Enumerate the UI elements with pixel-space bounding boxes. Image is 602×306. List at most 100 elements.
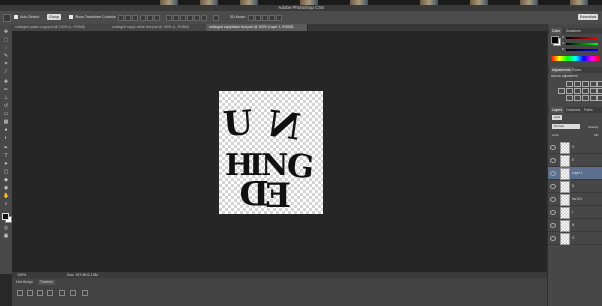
3d-scale-icon[interactable]: [276, 15, 282, 21]
visibility-eye-icon[interactable]: [550, 197, 556, 202]
visibility-eye-icon[interactable]: [550, 145, 556, 150]
clone-stamp-tool-icon[interactable]: ⊥: [3, 96, 9, 101]
color-lookup-icon[interactable]: [597, 88, 602, 94]
tab-swatches[interactable]: Swatches: [566, 28, 581, 34]
brush-tool-icon[interactable]: ✏: [3, 88, 9, 93]
brightness-icon[interactable]: [566, 81, 573, 87]
layer-row[interactable]: N: [548, 219, 602, 232]
color-balance-icon[interactable]: [566, 88, 573, 94]
blend-mode-dropdown[interactable]: Normal: [552, 124, 580, 129]
prev-frame-icon[interactable]: [27, 290, 33, 296]
distribute-center-icon[interactable]: [194, 15, 200, 21]
levels-icon[interactable]: [574, 81, 581, 87]
tab-styles[interactable]: Styles: [572, 67, 581, 73]
marquee-tool-icon[interactable]: ⬚: [3, 38, 9, 43]
3d-camera-tool-icon[interactable]: ◉: [3, 186, 9, 191]
tab-color[interactable]: Color: [550, 28, 563, 34]
align-right-icon[interactable]: [154, 15, 160, 21]
3d-roll-icon[interactable]: [255, 15, 261, 21]
document-canvas[interactable]: U N H I N G E D: [219, 91, 323, 214]
tab-timeline[interactable]: Timeline: [38, 280, 55, 285]
invert-icon[interactable]: [566, 95, 573, 101]
gradient-map-icon[interactable]: [590, 95, 597, 101]
document-tab-active[interactable]: unhinged copy/black font.psd @ 100% (Lay…: [206, 24, 308, 31]
layer-row-selected[interactable]: Layer 1: [548, 167, 602, 180]
color-ramp[interactable]: [551, 56, 600, 61]
zoom-tool-icon[interactable]: ⌕: [3, 202, 9, 207]
auto-align-icon[interactable]: [213, 15, 219, 21]
align-center-icon[interactable]: [147, 15, 153, 21]
eyedropper-tool-icon[interactable]: ⁄: [3, 70, 9, 75]
play-icon[interactable]: [37, 290, 43, 296]
visibility-eye-icon[interactable]: [550, 184, 556, 189]
type-tool-icon[interactable]: T: [3, 154, 9, 159]
align-left-icon[interactable]: [140, 15, 146, 21]
tab-paths[interactable]: Paths: [584, 107, 593, 113]
move-tool-icon[interactable]: [3, 14, 11, 22]
hand-tool-icon[interactable]: ✋: [3, 194, 9, 199]
layer-row[interactable]: Inv'd N: [548, 193, 602, 206]
photo-filter-icon[interactable]: [582, 88, 589, 94]
red-slider[interactable]: [566, 37, 598, 39]
pen-tool-icon[interactable]: ✒: [3, 146, 9, 151]
align-bottom-icon[interactable]: [132, 15, 138, 21]
distribute-middle-icon[interactable]: [173, 15, 179, 21]
layer-filter-dropdown[interactable]: Kind: [552, 115, 563, 120]
channel-mixer-icon[interactable]: [590, 88, 597, 94]
blue-slider[interactable]: [566, 49, 598, 51]
document-tab[interactable]: unhinged poster copy.psd @ 100% (L, RGB/…: [12, 24, 110, 31]
transition-icon[interactable]: [82, 290, 88, 296]
visibility-eye-icon[interactable]: [550, 223, 556, 228]
distribute-right-icon[interactable]: [201, 15, 207, 21]
blur-tool-icon[interactable]: ●: [3, 128, 9, 133]
foreground-color-swatch[interactable]: [2, 213, 9, 220]
move-tool-icon[interactable]: ✥: [3, 30, 9, 35]
align-top-icon[interactable]: [118, 15, 124, 21]
posterize-icon[interactable]: [574, 95, 581, 101]
distribute-left-icon[interactable]: [187, 15, 193, 21]
document-tab[interactable]: unhinged copy1 white font.psd @ 100% (L,…: [109, 24, 207, 31]
tab-channels[interactable]: Channels: [566, 107, 580, 113]
foreground-color-swatch[interactable]: [551, 36, 559, 44]
green-slider[interactable]: [566, 43, 598, 45]
crop-tool-icon[interactable]: ⌗: [3, 62, 9, 67]
curves-icon[interactable]: [582, 81, 589, 87]
layer-row[interactable]: D: [548, 180, 602, 193]
shape-tool-icon[interactable]: ▢: [3, 170, 9, 175]
3d-drag-icon[interactable]: [262, 15, 268, 21]
distribute-bottom-icon[interactable]: [180, 15, 186, 21]
lasso-tool-icon[interactable]: ◌: [3, 46, 9, 51]
next-frame-icon[interactable]: [47, 290, 53, 296]
quick-mask-icon[interactable]: ◎: [3, 226, 9, 231]
distribute-top-icon[interactable]: [166, 15, 172, 21]
quick-select-tool-icon[interactable]: ✎: [3, 54, 9, 59]
healing-brush-tool-icon[interactable]: ✚: [3, 80, 9, 85]
visibility-eye-icon[interactable]: [550, 171, 556, 176]
vibrance-icon[interactable]: [597, 81, 602, 87]
visibility-eye-icon[interactable]: [550, 158, 556, 163]
layer-row[interactable]: E: [548, 154, 602, 167]
path-selection-tool-icon[interactable]: ➤: [3, 162, 9, 167]
first-frame-icon[interactable]: [17, 290, 23, 296]
3d-slide-icon[interactable]: [269, 15, 275, 21]
layer-row[interactable]: G: [548, 232, 602, 245]
align-middle-icon[interactable]: [125, 15, 131, 21]
auto-select-dropdown[interactable]: Group: [47, 14, 61, 20]
3d-tool-icon[interactable]: ◆: [3, 178, 9, 183]
settings-icon[interactable]: [70, 290, 76, 296]
black-white-icon[interactable]: [574, 88, 581, 94]
audio-icon[interactable]: [59, 290, 65, 296]
3d-rotate-icon[interactable]: [248, 15, 254, 21]
show-transform-checkbox[interactable]: [69, 15, 73, 19]
layer-row[interactable]: I: [548, 206, 602, 219]
threshold-icon[interactable]: [582, 95, 589, 101]
layer-row[interactable]: H: [548, 141, 602, 154]
dodge-tool-icon[interactable]: ◐: [3, 136, 9, 141]
history-brush-tool-icon[interactable]: ↺: [3, 104, 9, 109]
visibility-eye-icon[interactable]: [550, 236, 556, 241]
tab-adjustments[interactable]: Adjustments: [550, 67, 573, 73]
selective-color-icon[interactable]: [597, 95, 602, 101]
eraser-tool-icon[interactable]: ▭: [3, 112, 9, 117]
tab-layers[interactable]: Layers: [550, 107, 565, 113]
screen-mode-icon[interactable]: ▣: [3, 234, 9, 239]
